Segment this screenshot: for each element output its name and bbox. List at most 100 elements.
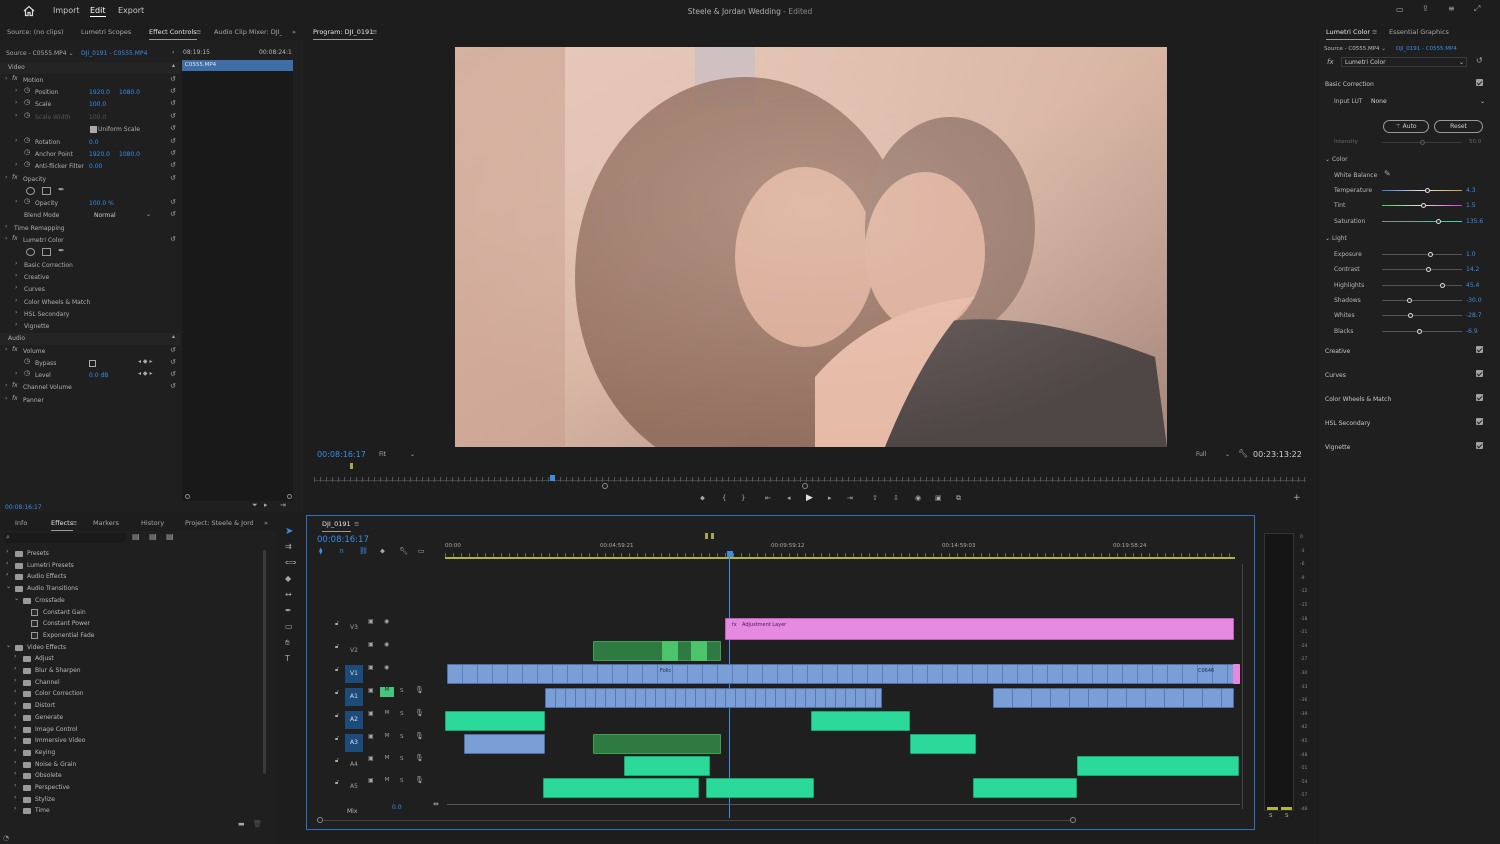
effects-tree-item[interactable]: › Noise & Grain [0, 759, 262, 771]
captions-icon[interactable]: ▭ [418, 548, 425, 555]
pen-mask-icon[interactable]: ✒ [58, 186, 65, 194]
lumetri-effect-select[interactable]: Lumetri Color ⌄ [1341, 57, 1467, 67]
timeline-vertical-scrollbar[interactable] [1242, 564, 1243, 809]
reset-icon[interactable]: ↺ [170, 199, 176, 206]
ec-row-value[interactable]: 100.0 [89, 114, 106, 121]
a1-clip-1[interactable] [545, 688, 882, 708]
timeline-marker-1[interactable] [705, 533, 708, 539]
auto-button[interactable]: ⚚ Auto [1383, 120, 1429, 133]
light_sliders-slider[interactable] [1382, 267, 1462, 273]
chevron-right-icon[interactable]: › [14, 747, 16, 754]
effects-tree-item[interactable]: › Generate [0, 712, 262, 724]
microphone-icon[interactable]: 🎙︎ [415, 733, 424, 740]
fx-icon[interactable]: fx [12, 347, 18, 353]
light_sliders-value[interactable]: 1.0 [1466, 251, 1476, 258]
program-playhead[interactable] [550, 475, 555, 481]
stopwatch-icon[interactable]: ◷ [24, 137, 30, 144]
expand-arrow-icon[interactable]: › [172, 49, 174, 56]
effects-tree-item[interactable]: ⌄ Audio Transitions [0, 584, 262, 595]
chevron-right-icon[interactable]: › [15, 273, 17, 279]
track-select-tool-icon[interactable]: ⇉ [285, 543, 292, 551]
effects-scrollbar[interactable] [263, 550, 266, 774]
tab-effects-menu-icon[interactable]: ≡ [72, 519, 77, 527]
timeline-horizontal-scrollbar[interactable] [323, 820, 1071, 821]
chevron-icon[interactable]: ⌄ [6, 584, 11, 590]
effects-tree-item[interactable]: › Channel [0, 677, 262, 689]
chevron-icon[interactable]: ⌄ [14, 595, 19, 602]
chevron-right-icon[interactable]: › [14, 806, 16, 812]
track-label-a3[interactable]: A3 [345, 734, 363, 752]
ec-scroll-left-handle[interactable] [185, 494, 190, 499]
light-section-heading[interactable]: ⌄ Light [1325, 235, 1347, 242]
stopwatch-icon[interactable]: ◷ [24, 87, 30, 94]
fx-icon[interactable]: fx [12, 175, 18, 181]
input-lut-select[interactable]: None ⌄ [1368, 97, 1485, 107]
light_sliders-value[interactable]: 14.2 [1466, 266, 1479, 273]
tab-audio-clip-mixer[interactable]: Audio Clip Mixer: DJI_0 [214, 28, 282, 36]
solo-button[interactable]: S [400, 734, 404, 740]
hand-tool-icon[interactable]: ✋︎ [285, 639, 290, 647]
toggle-sync-lock-icon[interactable]: ▣ [368, 619, 374, 625]
chevron-right-icon[interactable]: › [15, 285, 17, 291]
light_sliders-knob[interactable] [1408, 313, 1413, 319]
snap-icon[interactable]: ∩ [339, 548, 344, 555]
collapse-icon[interactable]: ▴ [172, 334, 175, 340]
a5-clip-3[interactable] [973, 778, 1077, 798]
track-label-a4[interactable]: A4 [345, 756, 363, 774]
ec-scroll-right-handle[interactable] [287, 494, 292, 499]
ec-clip-chip[interactable]: C0555.MP4 [182, 60, 293, 71]
timeline-ruler[interactable]: 00:00 00:04:59:21 00:09:59:12 00:14:59:0… [445, 533, 1245, 560]
light_sliders-slider[interactable] [1382, 252, 1462, 257]
track-label-a1[interactable]: A1 [345, 688, 363, 706]
toggle-sync-lock-icon[interactable]: ▣ [368, 711, 374, 717]
mark-in-icon[interactable]: { [722, 495, 726, 502]
chevron-right-icon[interactable]: › [14, 794, 16, 801]
add-marker-timeline-icon[interactable]: ⬥ [380, 548, 385, 555]
ec-row-value[interactable]: 1920.0 [89, 151, 110, 158]
tab-effect-controls[interactable]: Effect Controls [149, 28, 197, 40]
a2-clip-1[interactable] [445, 711, 545, 731]
collapse-icon[interactable]: ▴ [172, 63, 175, 69]
timeline-marker-2[interactable] [711, 533, 714, 539]
fx-icon[interactable]: fx [12, 383, 18, 389]
stopwatch-icon[interactable]: ◷ [24, 358, 30, 365]
reset-icon[interactable]: ↺ [170, 211, 176, 218]
fullscreen-icon[interactable]: ⤢ [1474, 5, 1480, 13]
effects-tree-item[interactable]: › Presets [0, 549, 262, 560]
color_sliders-value[interactable]: 1.5 [1466, 202, 1476, 209]
stopwatch-icon[interactable]: ◷ [24, 149, 30, 156]
effects-tree-item[interactable]: › Distort [0, 701, 262, 712]
extract-icon[interactable]: ⇩ [893, 495, 899, 502]
chevron-right-icon[interactable]: › [15, 371, 17, 377]
lumetri-source-select[interactable]: Source - C0555.MP4 ⌄ [1324, 46, 1386, 52]
more-panels-icon[interactable]: » [264, 519, 268, 527]
effects-tree-item[interactable]: › Immersive Video [0, 736, 262, 747]
track-label-a2[interactable]: A2 [345, 711, 363, 729]
chevron-right-icon[interactable]: › [15, 310, 17, 316]
effects-tree-item[interactable]: › Keying [0, 747, 262, 759]
toggle-sync-lock-icon[interactable]: ▣ [368, 688, 374, 694]
linked-selection-icon[interactable]: ⛓︎ [359, 548, 368, 555]
chevron-right-icon[interactable]: › [15, 261, 17, 267]
track-label-v1[interactable]: V1 [345, 665, 363, 683]
light_sliders-knob[interactable] [1440, 282, 1445, 288]
lumetri-section-checkbox[interactable] [1476, 394, 1483, 401]
reset-icon[interactable]: ↺ [170, 347, 176, 354]
tab-effects[interactable]: Effects [51, 519, 74, 531]
eye-icon[interactable]: ◉ [384, 619, 389, 625]
ec-row-value[interactable]: Normal [94, 212, 116, 219]
slip-tool-icon[interactable]: ↔ [285, 591, 292, 599]
a3-clip-2[interactable] [593, 734, 721, 754]
lumetri-section-heading[interactable]: Curves [1325, 372, 1346, 379]
tab-markers[interactable]: Markers [93, 519, 119, 527]
microphone-icon[interactable]: 🎙︎ [415, 755, 424, 762]
tab-lumetri-scopes[interactable]: Lumetri Scopes [81, 28, 131, 36]
lumetri-section-heading[interactable]: Color Wheels & Match [1325, 396, 1391, 403]
effects-search-input[interactable]: ⌕ [4, 533, 126, 543]
basic-correction-heading[interactable]: Basic Correction [1325, 81, 1374, 88]
menu-icon[interactable]: ≡ [1448, 5, 1455, 13]
tab-lumetri-color[interactable]: Lumetri Color [1326, 28, 1371, 40]
reset-button[interactable]: Reset [1434, 120, 1483, 133]
pen-mask-icon[interactable]: ✒ [58, 247, 65, 255]
color-section-heading[interactable]: ⌄ Color [1325, 156, 1348, 163]
